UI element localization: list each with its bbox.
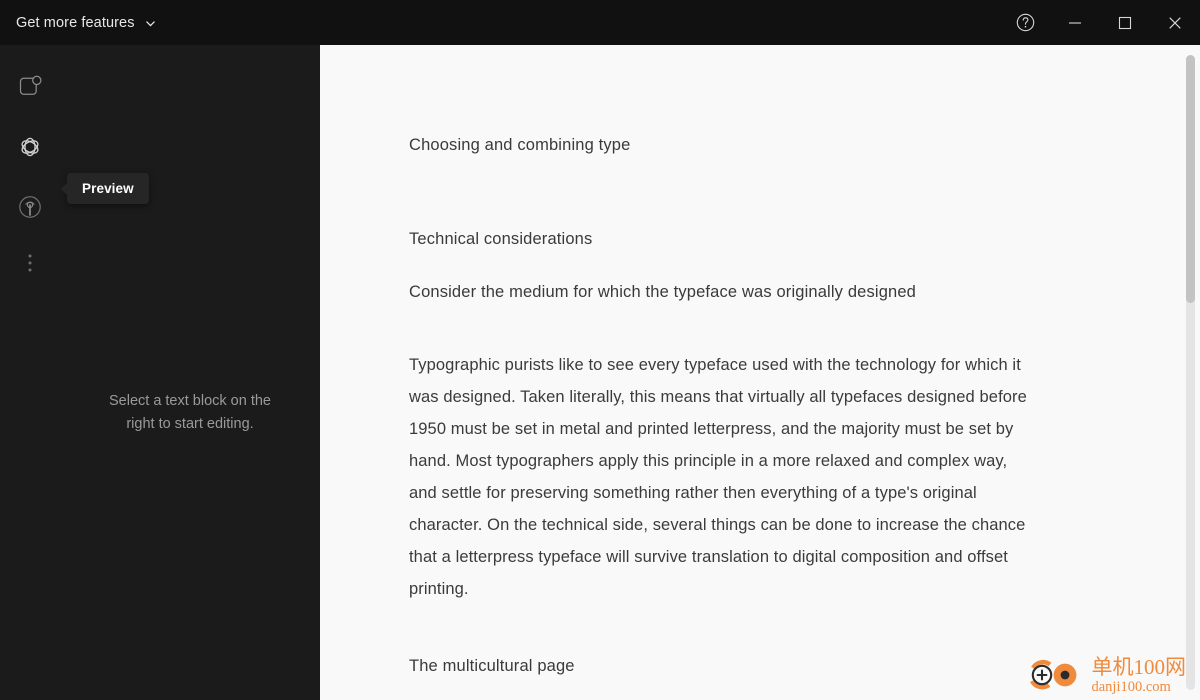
maximize-icon bbox=[1116, 14, 1134, 32]
broadcast-icon bbox=[15, 192, 45, 222]
empty-state-line-2: right to start editing. bbox=[126, 416, 254, 432]
atom-icon bbox=[15, 132, 45, 162]
doc-heading-1[interactable]: Choosing and combining type bbox=[409, 133, 1028, 157]
tool-shape[interactable] bbox=[1, 57, 59, 117]
close-button[interactable] bbox=[1150, 0, 1200, 45]
help-circle-icon bbox=[1016, 13, 1035, 32]
main-body: Preview Select a text block on the right… bbox=[0, 45, 1200, 700]
scrollbar-thumb[interactable] bbox=[1186, 55, 1195, 303]
document-scrollbar[interactable] bbox=[1186, 55, 1195, 690]
doc-heading-3[interactable]: Consider the medium for which the typefa… bbox=[409, 280, 1028, 304]
doc-paragraph-1[interactable]: Typographic purists like to see every ty… bbox=[409, 349, 1028, 605]
window-controls bbox=[1000, 0, 1200, 45]
minimize-button[interactable] bbox=[1050, 0, 1100, 45]
left-panel: Preview Select a text block on the right… bbox=[0, 45, 320, 700]
help-button[interactable] bbox=[1000, 0, 1050, 45]
preview-tooltip-label: Preview bbox=[82, 181, 134, 196]
shape-badge-icon bbox=[15, 72, 45, 102]
tool-broadcast[interactable] bbox=[1, 177, 59, 237]
tool-more[interactable] bbox=[1, 237, 59, 289]
tool-preview[interactable] bbox=[1, 117, 59, 177]
empty-state-message: Select a text block on the right to star… bbox=[60, 390, 320, 436]
preview-tooltip: Preview bbox=[67, 173, 149, 204]
maximize-button[interactable] bbox=[1100, 0, 1150, 45]
minimize-icon bbox=[1066, 14, 1084, 32]
title-bar: Get more features bbox=[0, 0, 1200, 45]
empty-state-line-1: Select a text block on the bbox=[108, 393, 271, 409]
more-vertical-icon bbox=[20, 252, 40, 274]
chevron-down-icon bbox=[144, 17, 157, 30]
tool-rail bbox=[0, 45, 60, 289]
document-content: Choosing and combining type Technical co… bbox=[320, 45, 1120, 700]
doc-heading-2[interactable]: Technical considerations bbox=[409, 227, 1028, 251]
close-icon bbox=[1166, 14, 1184, 32]
document-scroll-area[interactable]: Choosing and combining type Technical co… bbox=[320, 45, 1200, 700]
get-more-features-label: Get more features bbox=[16, 14, 135, 31]
app-window: Get more features Preview Select a text … bbox=[0, 0, 1200, 700]
document-panel: Choosing and combining type Technical co… bbox=[320, 45, 1200, 700]
doc-heading-4[interactable]: The multicultural page bbox=[409, 654, 1028, 678]
get-more-features-menu[interactable]: Get more features bbox=[16, 15, 157, 31]
